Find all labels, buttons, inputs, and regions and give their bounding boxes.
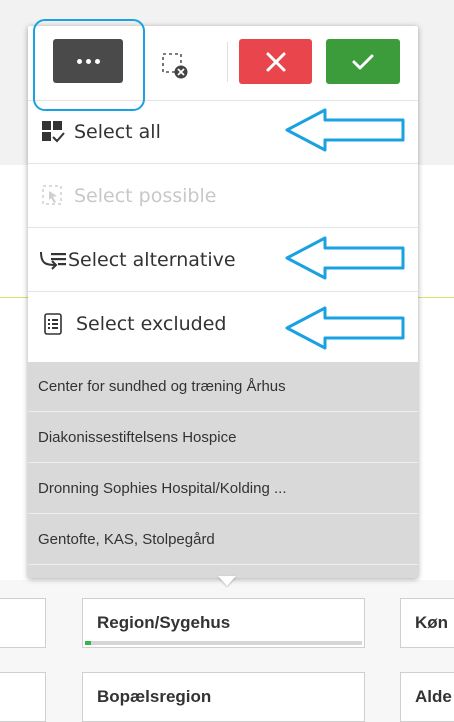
popup-pointer (218, 576, 236, 586)
list-item-label: Diakonissestiftelsens Hospice (38, 429, 237, 446)
annotation-highlight-box (33, 19, 145, 111)
annotation-arrow-icon (285, 306, 405, 350)
list-item[interactable]: Dronning Sophies Hospital/Kolding ... (28, 464, 418, 514)
list-item-label: Gentofte, KAS, Stolpegård (38, 531, 215, 548)
list-item-label: Center for sundhed og træning Århus (38, 378, 286, 395)
list-item[interactable]: Gentofte, KAS, Stolpegård (28, 515, 418, 565)
menu-item-label: Select all (74, 121, 161, 143)
toolbar-separator (227, 42, 228, 82)
field-koen[interactable]: Køn (400, 598, 454, 648)
field-region-sygehus-label: Region/Sygehus (97, 613, 231, 632)
menu-item-label: Select excluded (76, 313, 227, 335)
menu-item-select-possible[interactable]: Select possible (28, 164, 418, 228)
select-all-icon (38, 117, 68, 147)
field-left-1[interactable] (0, 598, 46, 648)
close-icon (266, 52, 285, 71)
field-bopaelsregion[interactable]: Bopælsregion (82, 672, 365, 722)
confirm-selection-button[interactable] (326, 39, 400, 84)
field-alder[interactable]: Alde (400, 672, 454, 722)
list-item-label: Dronning Sophies Hospital/Kolding ... (38, 480, 287, 497)
annotation-arrow-icon (285, 236, 405, 280)
cancel-selection-button[interactable] (239, 39, 312, 84)
field-koen-label: Køn (415, 613, 449, 632)
menu-item-label: Select alternative (68, 248, 236, 271)
list-item[interactable]: Diakonissestiftelsens Hospice (28, 413, 418, 463)
select-excluded-icon (38, 309, 68, 339)
field-left-2[interactable] (0, 672, 46, 722)
field-alder-label: Alde (415, 687, 452, 706)
clear-selection-icon (162, 53, 188, 79)
select-possible-icon (38, 181, 68, 211)
selection-state-grey (91, 641, 362, 645)
annotation-arrow-icon (285, 108, 405, 152)
value-list[interactable]: Center for sundhed og træning Århus Diak… (28, 362, 418, 578)
menu-item-label: Select possible (74, 184, 217, 207)
field-bopaelsregion-label: Bopælsregion (97, 687, 212, 706)
list-item[interactable]: Center for sundhed og træning Århus (28, 362, 418, 412)
select-alternative-icon (38, 245, 68, 275)
clear-selection-button[interactable] (152, 42, 198, 88)
field-region-sygehus[interactable]: Region/Sygehus (82, 598, 365, 648)
check-icon (352, 54, 374, 69)
